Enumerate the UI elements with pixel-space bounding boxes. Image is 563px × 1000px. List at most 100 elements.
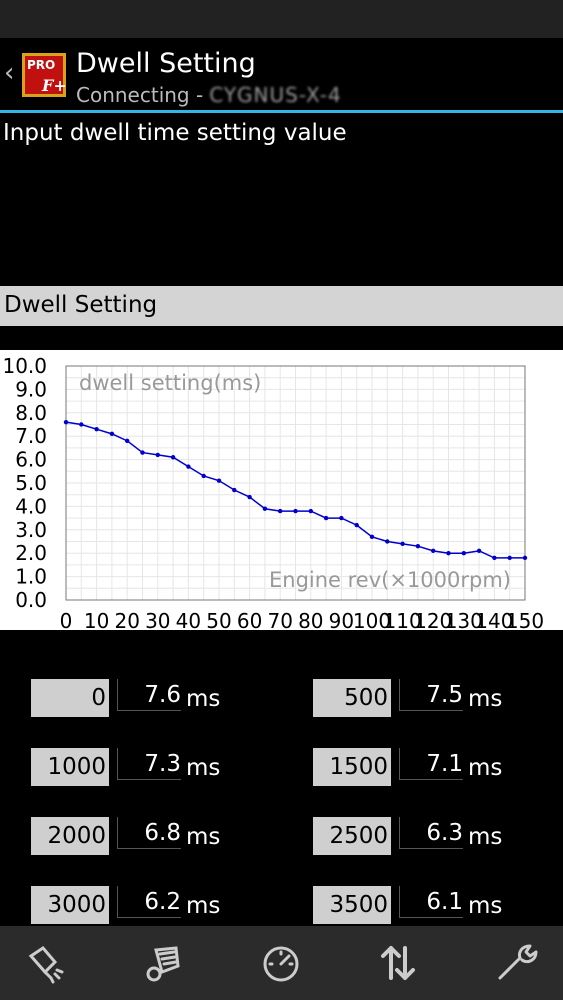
engine-settings-icon[interactable]: [138, 938, 188, 988]
unit-label: ms: [468, 755, 503, 781]
unit-label: ms: [468, 893, 503, 919]
rpm-label: 1500: [313, 748, 391, 786]
y-tick-label: 4.0: [15, 494, 47, 518]
data-point: [109, 431, 115, 437]
unit-label: ms: [468, 824, 503, 850]
data-point: [125, 438, 130, 444]
unit-label: ms: [186, 824, 221, 850]
dwell-value-input[interactable]: 6.3: [399, 817, 463, 849]
rpm-label: 500: [313, 679, 391, 717]
bottom-navigation: [0, 926, 563, 1000]
data-point: [232, 487, 237, 493]
data-point: [262, 506, 268, 511]
data-point: [369, 534, 375, 540]
unit-label: ms: [186, 755, 221, 781]
status-bar: [0, 0, 563, 38]
rpm-label: 3500: [313, 886, 391, 924]
data-point: [446, 551, 451, 556]
app-logo[interactable]: PRO F+: [22, 53, 66, 97]
data-point: [476, 548, 482, 554]
instruction-text: Input dwell time setting value: [3, 120, 347, 146]
dwell-value-input[interactable]: 6.1: [399, 886, 463, 918]
page-title: Dwell Setting: [76, 48, 256, 79]
action-bar-divider: [0, 110, 563, 113]
chart-title: dwell setting(ms): [79, 371, 261, 395]
dwell-value-input[interactable]: 7.3: [117, 748, 181, 780]
x-tick-label: 90: [329, 609, 354, 630]
dwell-chart: 0.0 1.0 2.0 3.0 4.0 5.0 6.0 7.0 8.0 9.0 10.0 0 10 20 3…: [0, 350, 563, 630]
y-tick-label: 1.0: [15, 565, 47, 589]
rpm-label: 2500: [313, 817, 391, 855]
dwell-value-input[interactable]: 6.8: [117, 817, 181, 849]
connection-status: Connecting - CYGNUS-X-4: [76, 83, 342, 107]
data-point: [201, 473, 206, 479]
y-tick-label: 7.0: [15, 424, 47, 448]
y-tick-label: 0.0: [15, 588, 47, 612]
dwell-value-input[interactable]: 7.6: [117, 679, 181, 711]
device-name: CYGNUS-X-4: [209, 83, 342, 107]
y-tick-label: 8.0: [15, 401, 47, 425]
section-header: Dwell Setting: [0, 286, 563, 326]
data-point: [247, 494, 252, 500]
x-tick-label: 80: [298, 609, 323, 630]
transfer-icon[interactable]: [373, 938, 423, 988]
action-bar: ‹ PRO F+ Dwell Setting Connecting - CYGNU…: [0, 38, 563, 113]
dwell-chart-svg: 0.01.02.03.04.05.06.07.08.09.010.0 0 10 20 3…: [2, 354, 544, 630]
svg-text:PRO: PRO: [27, 58, 55, 72]
data-point: [94, 426, 99, 432]
data-point: [140, 450, 145, 455]
data-point: [170, 455, 176, 460]
data-point: [278, 508, 283, 514]
x-tick-label: 60: [237, 609, 262, 630]
y-tick-label: 9.0: [15, 377, 47, 401]
x-tick-label: 150: [506, 609, 544, 630]
data-point: [323, 515, 329, 521]
connection-status-label: Connecting -: [76, 83, 204, 107]
dwell-value-input[interactable]: 6.2: [117, 886, 181, 918]
data-point: [155, 452, 160, 458]
data-point: [385, 539, 390, 544]
x-tick-label: 70: [267, 609, 292, 630]
unit-label: ms: [186, 686, 221, 712]
x-tick-label: 50: [206, 609, 231, 630]
x-tick-label: 20: [114, 609, 139, 630]
unit-label: ms: [186, 893, 221, 919]
y-tick-label: 6.0: [15, 448, 47, 472]
data-point: [354, 522, 359, 528]
y-tick-label: 10.0: [2, 354, 47, 378]
wrench-icon[interactable]: [492, 938, 542, 988]
data-point: [522, 555, 528, 561]
rpm-label: 1000: [31, 748, 109, 786]
rpm-label: 3000: [31, 886, 109, 924]
back-chevron-icon[interactable]: ‹: [4, 60, 14, 86]
unit-label: ms: [468, 686, 503, 712]
x-tick-label: 30: [145, 609, 170, 630]
data-point: [415, 543, 421, 549]
x-tick-label: 0: [60, 609, 73, 630]
ignition-icon[interactable]: [19, 938, 69, 988]
data-point: [507, 555, 512, 561]
data-point: [308, 508, 313, 514]
y-tick-label: 3.0: [15, 518, 47, 542]
data-point: [79, 422, 84, 427]
data-point: [216, 478, 222, 483]
y-tick-label: 5.0: [15, 471, 47, 495]
gauge-icon[interactable]: [256, 938, 306, 988]
section-header-label: Dwell Setting: [4, 292, 158, 318]
dwell-value-input[interactable]: 7.5: [399, 679, 463, 711]
x-tick-label: 40: [176, 609, 201, 630]
data-point: [339, 515, 344, 521]
x-tick-label: 10: [84, 609, 109, 630]
x-axis-label: Engine rev(×1000rpm): [269, 568, 511, 592]
data-point: [63, 419, 69, 425]
data-point: [461, 551, 466, 556]
rpm-label: 2000: [31, 817, 109, 855]
data-point: [431, 548, 436, 554]
dwell-value-input[interactable]: 7.1: [399, 748, 463, 780]
data-point: [400, 541, 405, 547]
data-point: [492, 555, 497, 561]
y-tick-label: 2.0: [15, 541, 47, 565]
data-point: [293, 508, 298, 514]
rpm-label: 0: [31, 679, 109, 717]
svg-text:F+: F+: [41, 76, 66, 95]
